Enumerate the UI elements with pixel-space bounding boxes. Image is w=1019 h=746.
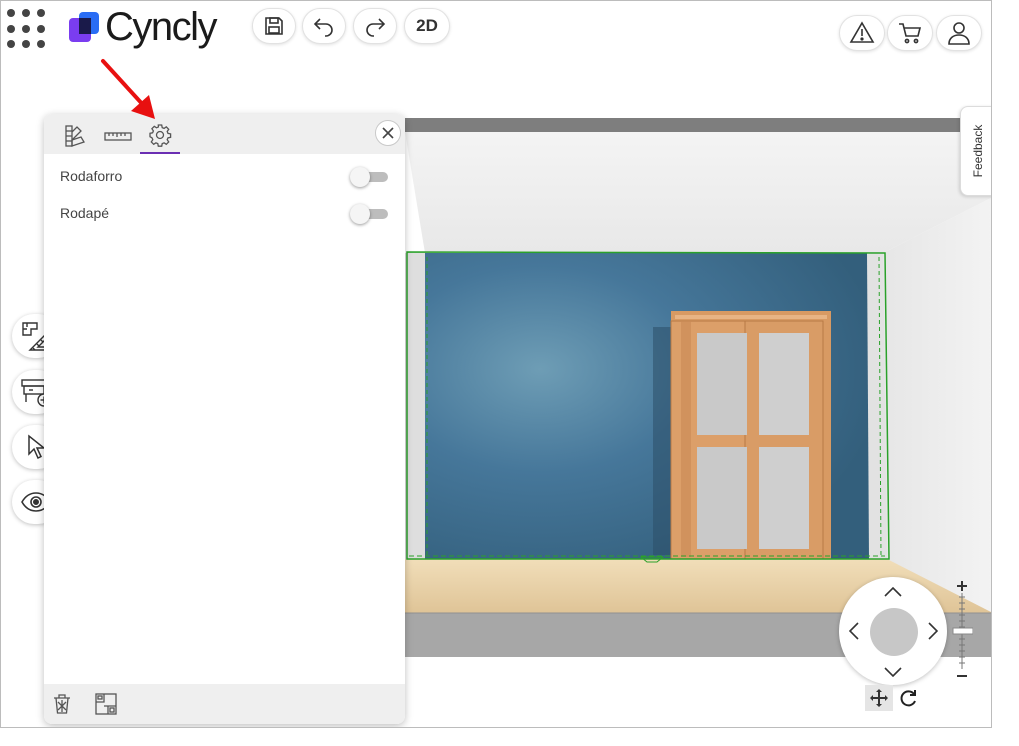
tab-measurements[interactable]	[98, 118, 138, 154]
setting-row-rodape: Rodapé	[60, 201, 390, 225]
ceiling	[405, 132, 991, 253]
camera-navigation-pad	[839, 577, 947, 685]
redo-icon	[366, 18, 386, 37]
gear-icon	[149, 124, 172, 147]
apps-grid-icon[interactable]	[7, 9, 47, 49]
brand-logo[interactable]: Cyncly	[69, 5, 218, 49]
panel-footer	[44, 684, 405, 724]
materials-palette-icon	[65, 125, 85, 147]
warning-icon	[849, 21, 875, 43]
right-wall	[883, 198, 991, 613]
trash-icon	[54, 694, 70, 714]
tab-settings[interactable]	[140, 118, 180, 154]
rodape-toggle[interactable]	[350, 203, 390, 224]
redo-button[interactable]	[353, 8, 397, 44]
nav-center-button[interactable]	[870, 608, 918, 656]
nav-left-button[interactable]	[843, 620, 865, 642]
brand-logo-mark	[69, 12, 99, 42]
brand-name: Cyncly	[105, 5, 218, 49]
setting-row-rodaforro: Rodaforro	[60, 164, 390, 188]
ruler-icon	[104, 132, 132, 141]
zoom-handle[interactable]	[952, 627, 973, 635]
nav-right-button[interactable]	[922, 620, 944, 642]
zoom-plus-icon[interactable]	[957, 581, 967, 591]
close-icon	[382, 127, 394, 139]
floorplan-icon	[95, 693, 117, 715]
setting-label-rodape: Rodapé	[60, 205, 110, 221]
user-icon	[948, 22, 970, 45]
chevron-right-icon	[928, 622, 938, 640]
feedback-label: Feedback	[970, 124, 985, 178]
close-panel-button[interactable]	[375, 120, 401, 146]
panel-content: Rodaforro Rodapé	[44, 154, 405, 684]
left-wall-sliver	[405, 253, 425, 559]
save-button[interactable]	[252, 8, 296, 44]
user-button[interactable]	[936, 15, 982, 51]
move-icon	[870, 689, 888, 707]
warnings-button[interactable]	[839, 15, 885, 51]
feedback-tab[interactable]: Feedback	[960, 106, 991, 196]
save-icon	[265, 17, 283, 35]
cart-button[interactable]	[887, 15, 933, 51]
floorplan-button[interactable]	[91, 690, 121, 718]
chevron-up-icon	[884, 587, 902, 597]
annotation-arrow	[101, 59, 155, 119]
rotate-icon	[900, 690, 916, 707]
cart-icon	[899, 23, 922, 44]
undo-icon	[313, 18, 333, 37]
nav-down-button[interactable]	[882, 661, 904, 683]
chevron-down-icon	[884, 667, 902, 677]
app-window: Cyncly 2D Feedback Rodaforro Rodapé	[0, 0, 992, 728]
rodaforro-toggle[interactable]	[350, 166, 390, 187]
wall-top-edge	[405, 118, 991, 132]
pan-mode-button[interactable]	[865, 685, 893, 711]
view-2d-button[interactable]: 2D	[404, 8, 450, 44]
sliding-door[interactable]	[670, 311, 831, 560]
zoom-slider[interactable]	[951, 579, 973, 681]
setting-label-rodaforro: Rodaforro	[60, 168, 123, 184]
tab-materials[interactable]	[56, 118, 96, 154]
undo-button[interactable]	[302, 8, 346, 44]
nav-up-button[interactable]	[882, 581, 904, 603]
orbit-mode-button[interactable]	[895, 685, 923, 711]
chevron-left-icon	[849, 622, 859, 640]
delete-button[interactable]	[47, 690, 77, 718]
settings-panel: Rodaforro Rodapé	[44, 114, 405, 724]
